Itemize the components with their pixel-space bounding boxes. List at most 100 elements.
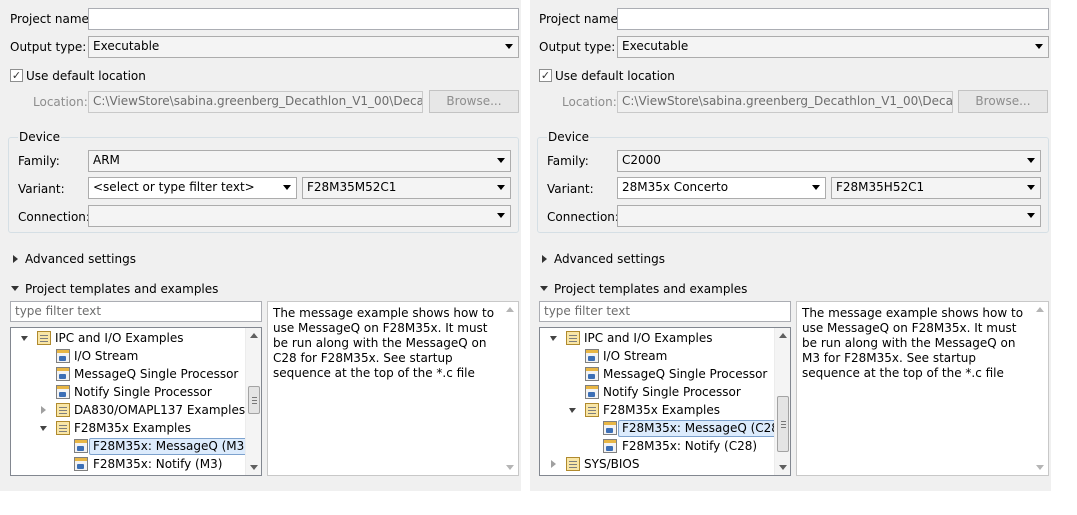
example-project-icon xyxy=(56,349,70,363)
tree-item-label: F28M35x: Notify (C28) xyxy=(622,439,758,453)
tree-scrollbar[interactable] xyxy=(245,328,261,475)
tree-item[interactable]: DA830/OMAPL137 Examples xyxy=(11,401,247,419)
expand-arrow-icon[interactable] xyxy=(542,255,547,263)
output-type-label: Output type: xyxy=(539,40,616,54)
description-scrollbar[interactable] xyxy=(1032,302,1048,475)
template-filter-input[interactable]: type filter text xyxy=(10,301,262,322)
tree-item-label: MessageQ Single Processor xyxy=(74,367,239,381)
tree-item[interactable]: I/O Stream xyxy=(540,347,776,365)
example-project-icon xyxy=(74,457,88,471)
tree-item-label: F28M35x Examples xyxy=(74,421,192,435)
tree-item[interactable]: IPC and I/O Examples xyxy=(540,329,776,347)
tree-expanded-arrow-icon[interactable] xyxy=(21,336,28,341)
variant-filter-combo[interactable]: 28M35x Concerto xyxy=(617,177,826,199)
tree-item-selected[interactable]: F28M35x: MessageQ (C28) xyxy=(540,419,788,437)
advanced-settings-toggle[interactable]: Advanced settings xyxy=(554,252,665,266)
advanced-settings-toggle[interactable]: Advanced settings xyxy=(25,252,136,266)
connection-label: Connection: xyxy=(18,210,90,224)
tree-collapsed-arrow-icon[interactable] xyxy=(551,460,556,468)
scroll-down-arrow-icon[interactable] xyxy=(250,465,258,470)
tree-item[interactable]: F28M35x Examples xyxy=(540,401,776,419)
tree-item[interactable]: F28M35x Examples xyxy=(11,419,247,437)
browse-button[interactable]: Browse... xyxy=(429,90,519,113)
tree-item[interactable]: F28M35x: Notify (M3) xyxy=(11,455,247,473)
tree-item-label: Notify Single Processor xyxy=(603,385,741,399)
output-type-dropdown[interactable]: Executable xyxy=(617,36,1049,58)
template-description-box: The message example shows how to use Mes… xyxy=(796,301,1049,476)
location-input[interactable]: C:\ViewStore\sabina.greenberg_Decathlon_… xyxy=(617,91,953,113)
collapse-arrow-icon[interactable] xyxy=(11,286,19,291)
templates-tree[interactable]: IPC and I/O Examples I/O Stream MessageQ… xyxy=(10,327,262,476)
folder-list-icon xyxy=(585,403,599,417)
folder-list-icon xyxy=(56,403,70,417)
tree-item-label: IPC and I/O Examples xyxy=(55,331,184,345)
tree-item-label: F28M35x: MessageQ (C28) xyxy=(618,420,788,437)
scroll-down-arrow-icon[interactable] xyxy=(506,465,514,470)
family-value: C2000 xyxy=(622,153,661,167)
output-type-label: Output type: xyxy=(10,40,87,54)
use-default-location-checkbox[interactable]: ✓ xyxy=(539,69,552,82)
tree-item[interactable]: IPC and I/O Examples xyxy=(11,329,247,347)
variant-filter-value: 28M35x Concerto xyxy=(622,180,729,194)
scroll-up-arrow-icon[interactable] xyxy=(250,333,258,338)
tree-expanded-arrow-icon[interactable] xyxy=(550,336,557,341)
family-dropdown[interactable]: C2000 xyxy=(617,150,1041,172)
templates-section-toggle[interactable]: Project templates and examples xyxy=(554,282,747,296)
device-group-label: Device xyxy=(547,130,591,144)
scroll-up-arrow-icon[interactable] xyxy=(506,307,514,312)
scroll-down-arrow-icon[interactable] xyxy=(779,465,787,470)
template-description-text: The message example shows how to use Mes… xyxy=(273,306,495,380)
output-type-dropdown[interactable]: Executable xyxy=(88,36,519,58)
scroll-down-arrow-icon[interactable] xyxy=(1036,465,1044,470)
project-name-input[interactable] xyxy=(617,8,1049,30)
variant-label: Variant: xyxy=(18,182,65,196)
description-scrollbar[interactable] xyxy=(502,302,518,475)
chevron-down-icon xyxy=(1035,44,1043,49)
use-default-location-checkbox[interactable]: ✓ xyxy=(10,69,23,82)
variant-dropdown[interactable]: F28M35M52C1 xyxy=(302,177,511,199)
tree-collapsed-arrow-icon[interactable] xyxy=(41,406,46,414)
tree-item[interactable]: I/O Stream xyxy=(11,347,247,365)
browse-button[interactable]: Browse... xyxy=(958,90,1048,113)
connection-dropdown[interactable] xyxy=(88,205,511,227)
example-project-icon xyxy=(603,439,617,453)
tree-item[interactable]: Notify Single Processor xyxy=(540,383,776,401)
example-project-icon xyxy=(585,367,599,381)
variant-dropdown[interactable]: F28M35H52C1 xyxy=(831,177,1041,199)
tree-expanded-arrow-icon[interactable] xyxy=(569,408,576,413)
template-filter-input[interactable]: type filter text xyxy=(539,301,791,322)
tree-scrollbar[interactable] xyxy=(774,328,790,475)
tree-item[interactable]: Notify Single Processor xyxy=(11,383,247,401)
family-dropdown[interactable]: ARM xyxy=(88,150,511,172)
chevron-down-icon xyxy=(283,185,291,190)
use-default-location-label: Use default location xyxy=(26,69,146,83)
scroll-up-arrow-icon[interactable] xyxy=(779,333,787,338)
output-type-value: Executable xyxy=(622,39,689,53)
chevron-down-icon xyxy=(1027,185,1035,190)
tree-expanded-arrow-icon[interactable] xyxy=(40,426,47,431)
templates-tree[interactable]: IPC and I/O Examples I/O Stream MessageQ… xyxy=(539,327,791,476)
family-label: Family: xyxy=(547,154,589,168)
scrollbar-thumb[interactable] xyxy=(777,396,789,452)
connection-dropdown[interactable] xyxy=(617,205,1041,227)
tree-item[interactable]: MessageQ Single Processor xyxy=(540,365,776,383)
scrollbar-thumb[interactable] xyxy=(248,386,260,414)
tree-item[interactable]: SYS/BIOS xyxy=(540,455,776,473)
scroll-up-arrow-icon[interactable] xyxy=(1036,307,1044,312)
template-description-text: The message example shows how to use Mes… xyxy=(802,306,1024,380)
tree-item[interactable]: MessageQ Single Processor xyxy=(11,365,247,383)
example-project-icon xyxy=(74,439,88,453)
project-name-input[interactable] xyxy=(88,8,519,30)
variant-filter-combo[interactable]: <select or type filter text> xyxy=(88,177,297,199)
location-input[interactable]: C:\ViewStore\sabina.greenberg_Decathlon_… xyxy=(88,91,423,113)
tree-item-selected[interactable]: F28M35x: MessageQ (M3) xyxy=(11,437,253,455)
collapse-arrow-icon[interactable] xyxy=(540,286,548,291)
tree-item[interactable]: F28M35x: Notify (C28) xyxy=(540,437,776,455)
templates-section-toggle[interactable]: Project templates and examples xyxy=(25,282,218,296)
tree-item-label: DA830/OMAPL137 Examples xyxy=(74,403,246,417)
project-wizard-panel-left: Project name: Output type: Executable ✓ … xyxy=(0,0,521,491)
template-description-box: The message example shows how to use Mes… xyxy=(267,301,519,476)
family-label: Family: xyxy=(18,154,60,168)
tree-item-label: F28M35x Examples xyxy=(603,403,721,417)
expand-arrow-icon[interactable] xyxy=(13,255,18,263)
